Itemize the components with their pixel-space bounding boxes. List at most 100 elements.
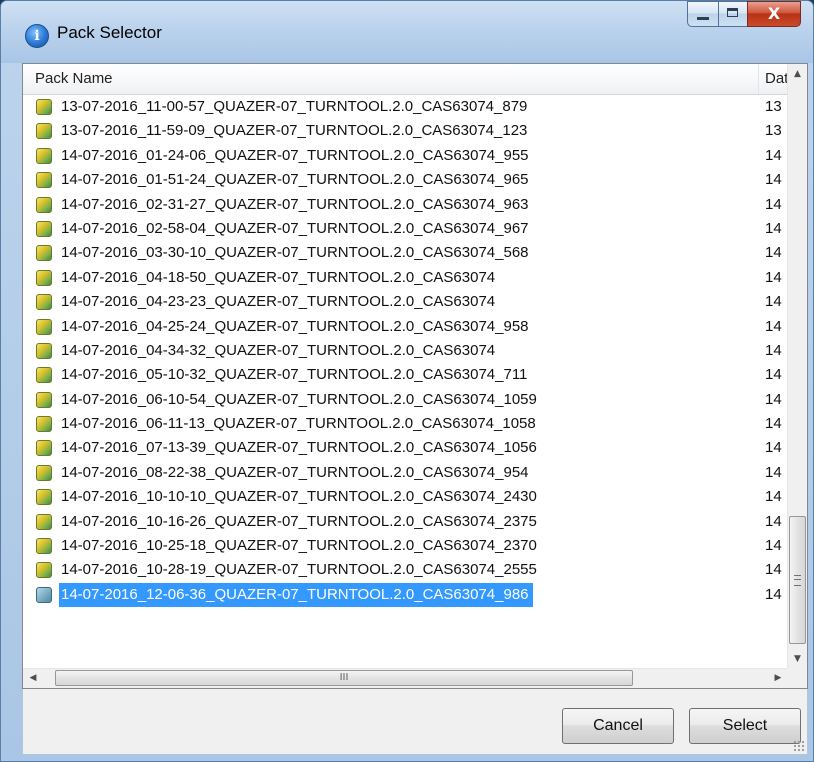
list-item[interactable]: 14-07-2016_12-06-36_QUAZER-07_TURNTOOL.2… (23, 582, 788, 607)
pack-name-cell: 14-07-2016_01-24-06_QUAZER-07_TURNTOOL.2… (61, 146, 529, 164)
list-item[interactable]: 14-07-2016_04-23-23_QUAZER-07_TURNTOOL.2… (23, 290, 788, 314)
horizontal-scroll-thumb[interactable]: III (55, 670, 633, 686)
pack-icon (36, 416, 52, 433)
app-info-icon[interactable]: i (25, 24, 49, 48)
list-item[interactable]: 14-07-2016_03-30-10_QUAZER-07_TURNTOOL.2… (23, 241, 788, 265)
scroll-right-arrow-icon[interactable]: ▶ (768, 669, 788, 688)
pack-icon (36, 538, 52, 555)
maximize-icon (727, 8, 738, 17)
cancel-button[interactable]: Cancel (562, 708, 674, 744)
pack-icon (36, 220, 52, 237)
pack-icon (36, 318, 52, 335)
list-item[interactable]: 14-07-2016_05-10-32_QUAZER-07_TURNTOOL.2… (23, 363, 788, 387)
list-item[interactable]: 14-07-2016_10-28-19_QUAZER-07_TURNTOOL.2… (23, 558, 788, 582)
list-item[interactable]: 14-07-2016_06-11-13_QUAZER-07_TURNTOOL.2… (23, 412, 788, 436)
list-item[interactable]: 14-07-2016_10-25-18_QUAZER-07_TURNTOOL.2… (23, 534, 788, 558)
maximize-button[interactable] (718, 1, 747, 27)
list-item[interactable]: 14-07-2016_07-13-39_QUAZER-07_TURNTOOL.2… (23, 436, 788, 460)
close-icon: X (767, 4, 781, 23)
pack-icon (36, 391, 52, 408)
list-item[interactable]: 13-07-2016_11-00-57_QUAZER-07_TURNTOOL.2… (23, 95, 788, 119)
pack-name-cell: 14-07-2016_10-10-10_QUAZER-07_TURNTOOL.2… (61, 488, 537, 506)
list-item[interactable]: 14-07-2016_02-58-04_QUAZER-07_TURNTOOL.2… (23, 217, 788, 241)
vertical-scrollbar[interactable]: ▲ ▼ (787, 64, 807, 669)
pack-icon (36, 342, 52, 359)
close-button[interactable]: X (747, 1, 801, 27)
caption-buttons: X (687, 1, 801, 27)
pack-icon (36, 172, 52, 189)
scroll-up-arrow-icon[interactable]: ▲ (788, 64, 807, 84)
date-cell: 14 (765, 366, 782, 384)
dialog-footer: Cancel Select (22, 689, 808, 755)
pack-icon (36, 196, 52, 213)
pack-name-cell: 14-07-2016_06-10-54_QUAZER-07_TURNTOOL.2… (61, 390, 537, 408)
pack-icon (36, 440, 52, 457)
pack-icon (36, 513, 52, 530)
list-item[interactable]: 14-07-2016_10-16-26_QUAZER-07_TURNTOOL.2… (23, 510, 788, 534)
date-cell: 14 (765, 488, 782, 506)
title-bar[interactable]: i Pack Selector X (1, 1, 813, 63)
date-cell: 14 (765, 439, 782, 457)
pack-name-cell: 14-07-2016_07-13-39_QUAZER-07_TURNTOOL.2… (61, 439, 537, 457)
pack-name-cell: 14-07-2016_05-10-32_QUAZER-07_TURNTOOL.2… (61, 366, 528, 384)
date-cell: 14 (765, 244, 782, 262)
pack-name-cell: 14-07-2016_02-31-27_QUAZER-07_TURNTOOL.2… (61, 195, 529, 213)
date-cell: 14 (765, 537, 782, 555)
pack-icon (36, 294, 52, 311)
pack-selector-window: i Pack Selector X Pack Name Date 13-07-2… (0, 0, 814, 762)
list-item[interactable]: 14-07-2016_01-51-24_QUAZER-07_TURNTOOL.2… (23, 168, 788, 192)
date-cell: 14 (765, 219, 782, 237)
horizontal-scrollbar[interactable]: ◀ III ▶ (23, 668, 788, 688)
pack-icon (36, 123, 52, 140)
pack-name-cell: 14-07-2016_04-18-50_QUAZER-07_TURNTOOL.2… (61, 268, 496, 286)
pack-name-cell: 14-07-2016_10-28-19_QUAZER-07_TURNTOOL.2… (61, 561, 537, 579)
pack-name-cell: 14-07-2016_10-16-26_QUAZER-07_TURNTOOL.2… (61, 512, 537, 530)
scroll-left-arrow-icon[interactable]: ◀ (23, 669, 43, 688)
date-cell: 14 (765, 585, 782, 603)
date-cell: 14 (765, 341, 782, 359)
pack-name-cell: 14-07-2016_04-23-23_QUAZER-07_TURNTOOL.2… (61, 293, 496, 311)
vertical-scroll-thumb[interactable] (789, 516, 806, 644)
column-header-date[interactable]: Date (765, 64, 789, 94)
pack-name-cell: 14-07-2016_02-58-04_QUAZER-07_TURNTOOL.2… (61, 219, 529, 237)
pack-name-cell: 14-07-2016_10-25-18_QUAZER-07_TURNTOOL.2… (61, 537, 537, 555)
list-item[interactable]: 14-07-2016_02-31-27_QUAZER-07_TURNTOOL.2… (23, 193, 788, 217)
pack-name-cell: 14-07-2016_04-25-24_QUAZER-07_TURNTOOL.2… (61, 317, 529, 335)
list-item[interactable]: 14-07-2016_04-18-50_QUAZER-07_TURNTOOL.2… (23, 266, 788, 290)
date-cell: 14 (765, 268, 782, 286)
pack-icon (36, 245, 52, 262)
list-item[interactable]: 14-07-2016_06-10-54_QUAZER-07_TURNTOOL.2… (23, 388, 788, 412)
pack-icon (36, 269, 52, 286)
date-cell: 14 (765, 463, 782, 481)
list-item[interactable]: 14-07-2016_01-24-06_QUAZER-07_TURNTOOL.2… (23, 144, 788, 168)
pack-name-cell: 13-07-2016_11-00-57_QUAZER-07_TURNTOOL.2… (61, 98, 528, 115)
pack-icon (36, 489, 52, 506)
list-item[interactable]: 14-07-2016_04-34-32_QUAZER-07_TURNTOOL.2… (23, 339, 788, 363)
column-header-pack-name[interactable]: Pack Name (23, 64, 759, 94)
date-cell: 14 (765, 390, 782, 408)
list-item[interactable]: 14-07-2016_08-22-38_QUAZER-07_TURNTOOL.2… (23, 461, 788, 485)
date-cell: 13 (765, 98, 782, 115)
grip-icon (794, 575, 801, 586)
pack-icon (36, 586, 52, 603)
pack-list[interactable]: Pack Name Date 13-07-2016_11-00-57_QUAZE… (22, 63, 808, 689)
list-item[interactable]: 14-07-2016_10-10-10_QUAZER-07_TURNTOOL.2… (23, 485, 788, 509)
window-title: Pack Selector (57, 23, 162, 42)
pack-icon (36, 367, 52, 384)
resize-grip-icon[interactable] (793, 740, 805, 752)
select-button[interactable]: Select (689, 708, 801, 744)
list-item[interactable]: 13-07-2016_11-59-09_QUAZER-07_TURNTOOL.2… (23, 119, 788, 143)
minimize-button[interactable] (687, 1, 718, 27)
scroll-down-arrow-icon[interactable]: ▼ (788, 649, 807, 669)
date-cell: 14 (765, 195, 782, 213)
date-cell: 14 (765, 512, 782, 530)
date-cell: 14 (765, 415, 782, 433)
list-item[interactable]: 14-07-2016_04-25-24_QUAZER-07_TURNTOOL.2… (23, 315, 788, 339)
pack-name-cell: 14-07-2016_03-30-10_QUAZER-07_TURNTOOL.2… (61, 244, 529, 262)
date-cell: 14 (765, 293, 782, 311)
column-header-row: Pack Name Date (23, 64, 789, 95)
pack-name-cell: 14-07-2016_04-34-32_QUAZER-07_TURNTOOL.2… (61, 341, 496, 359)
scrollbar-corner (787, 668, 807, 688)
pack-icon (36, 147, 52, 164)
date-cell: 14 (765, 317, 782, 335)
